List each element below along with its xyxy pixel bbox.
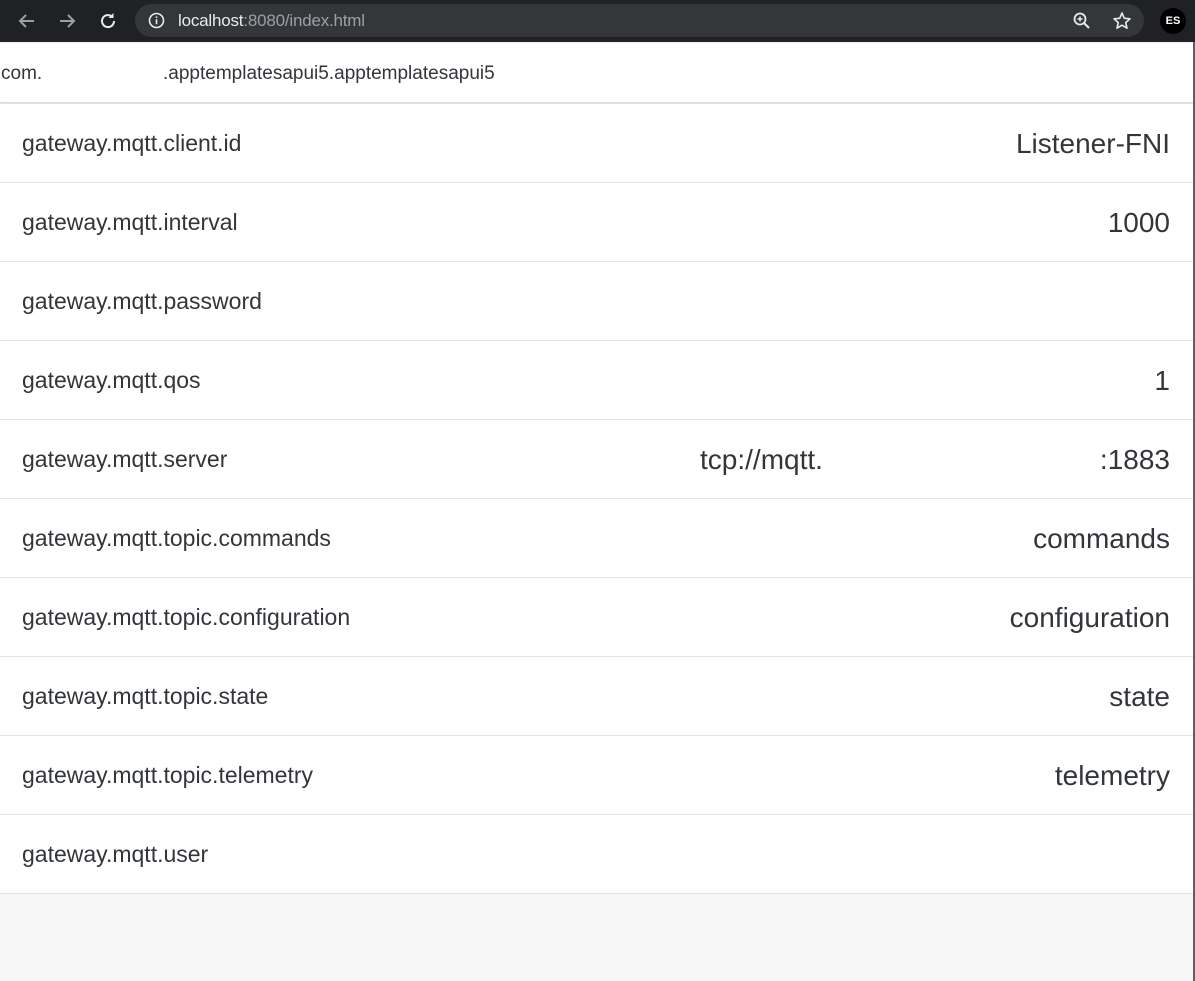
property-value-prefix: tcp://mqtt. [700,444,823,475]
list-item[interactable]: gateway.mqtt.topic.configuration configu… [0,578,1193,657]
list-item[interactable]: gateway.mqtt.qos 1 [0,341,1193,420]
url-host: localhost [178,11,244,30]
list-item[interactable]: gateway.mqtt.topic.state state [0,657,1193,736]
list-item[interactable]: gateway.mqtt.user [0,815,1193,894]
address-bar[interactable]: localhost:8080/index.html [135,4,1144,37]
property-key: gateway.mqtt.interval [22,209,238,235]
property-value: state [1109,681,1170,712]
reload-icon[interactable] [95,8,121,34]
list-item[interactable]: gateway.mqtt.password [0,262,1193,341]
property-value: :1883 [1099,444,1170,475]
property-key: gateway.mqtt.password [22,288,262,314]
property-value: 1 [1154,365,1170,396]
zoom-icon[interactable] [1072,11,1092,31]
list-item[interactable]: gateway.mqtt.client.id Listener-FNI [0,104,1193,183]
property-value: telemetry [1054,760,1170,791]
profile-avatar[interactable]: ES [1160,8,1186,34]
url-text[interactable]: localhost:8080/index.html [178,11,365,30]
property-key: gateway.mqtt.user [22,841,209,867]
property-value: commands [1033,523,1170,554]
property-key: gateway.mqtt.topic.configuration [22,604,351,630]
star-icon[interactable] [1112,11,1132,31]
property-key: gateway.mqtt.topic.commands [22,525,331,551]
browser-toolbar: localhost:8080/index.html ES [0,0,1195,42]
list-item[interactable]: gateway.mqtt.interval 1000 [0,183,1193,262]
property-key: gateway.mqtt.client.id [22,130,242,156]
app-title-suffix: .apptemplatesapui5.apptemplatesapui5 [163,63,495,84]
app-title-prefix: com. [1,63,43,84]
list-item[interactable]: gateway.mqtt.server tcp://mqtt. :1883 [0,420,1193,499]
property-key: gateway.mqtt.topic.state [22,683,269,709]
property-key: gateway.mqtt.server [22,446,228,472]
list-item[interactable]: gateway.mqtt.topic.commands commands [0,499,1193,578]
app-header: com. .apptemplatesapui5.apptemplatesapui… [0,44,1193,103]
info-icon[interactable] [148,12,165,29]
property-key: gateway.mqtt.topic.telemetry [22,762,314,788]
arrow-right-icon[interactable] [54,8,80,34]
property-value: configuration [1009,602,1170,633]
arrow-left-icon[interactable] [14,8,40,34]
property-value: 1000 [1107,207,1170,238]
url-path: :8080/index.html [243,11,365,30]
property-value: Listener-FNI [1015,128,1170,159]
property-key: gateway.mqtt.qos [22,367,201,393]
properties-list: gateway.mqtt.client.id Listener-FNI gate… [0,104,1193,894]
list-item[interactable]: gateway.mqtt.topic.telemetry telemetry [0,736,1193,815]
